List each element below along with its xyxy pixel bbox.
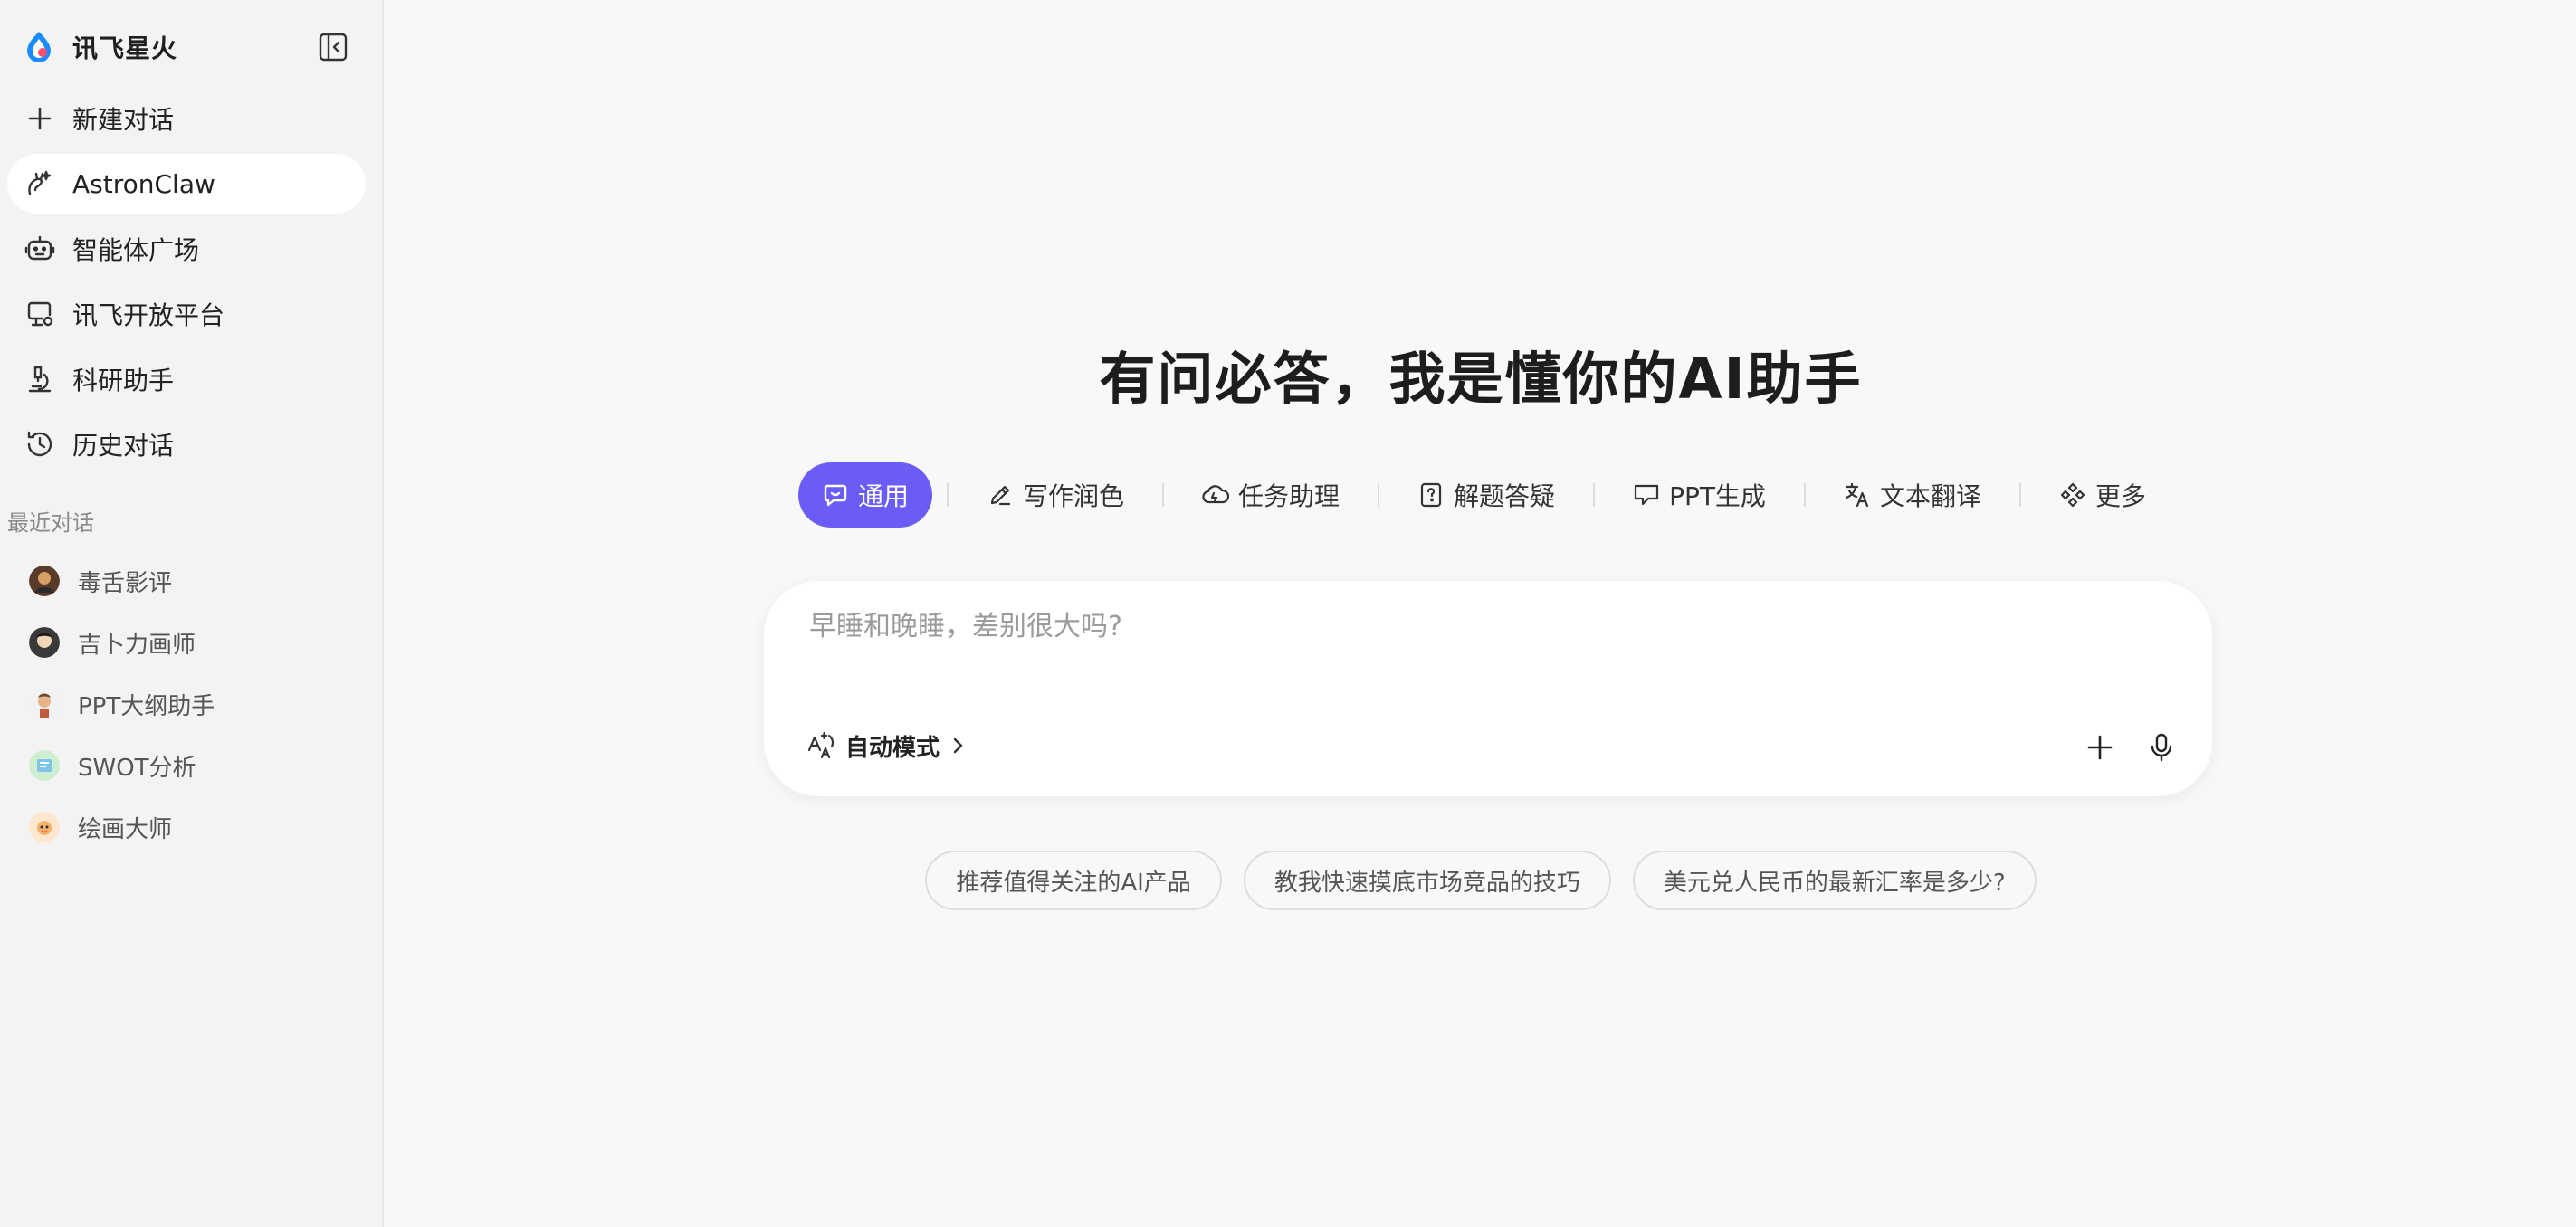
collapse-sidebar-button[interactable]: [315, 29, 351, 65]
tab-divider: [1593, 483, 1596, 507]
recent-item-label: 吉卜力画师: [78, 631, 196, 659]
pen-icon: [987, 481, 1014, 509]
mode-tabs: 通用 写作润色 任务助理 解题答疑 PPT生成 文本翻译 更多: [798, 462, 2170, 528]
tab-label: 任务助理: [1238, 481, 1340, 511]
main-area: 有问必答，我是懂你的AI助手 通用 写作润色 任务助理 解题答疑 PPT生成 文…: [386, 0, 2576, 1227]
suggestion-chips: 推荐值得关注的AI产品 教我快速摸底市场竞品的技巧 美元兑人民币的最新汇率是多少…: [386, 851, 2576, 910]
chevron-right-icon: [949, 735, 967, 756]
tab-divider: [947, 483, 949, 507]
tab-problem-solving[interactable]: 解题答疑: [1394, 462, 1579, 528]
microphone-icon: [2151, 733, 2172, 762]
recent-item-label: 绘画大师: [78, 815, 173, 843]
tab-general[interactable]: 通用: [798, 462, 933, 528]
robot-icon: [22, 231, 58, 267]
avatar: [29, 750, 60, 781]
tab-label: PPT生成: [1669, 481, 1766, 511]
monitor-icon: [22, 296, 58, 332]
recent-item-label: 毒舌影评: [78, 569, 173, 597]
suggestion-chip[interactable]: 推荐值得关注的AI产品: [925, 851, 1222, 910]
tab-divider: [1378, 483, 1380, 507]
auto-mode-button[interactable]: 自动模式: [806, 726, 967, 766]
sidebar-item-research[interactable]: 科研助手: [7, 349, 366, 409]
attach-button[interactable]: [2082, 729, 2118, 766]
sidebar-item-label: 讯飞开放平台: [72, 300, 225, 330]
sidebar: 讯飞星火 新建对话 AstronClaw 智能体广场 讯飞开放平台 科研助手 历…: [0, 0, 384, 1227]
chat-bubble-icon: [822, 481, 849, 509]
suggestion-chip[interactable]: 美元兑人民币的最新汇率是多少?: [1632, 851, 2037, 910]
cloud-icon: [1202, 481, 1230, 509]
avatar: [29, 812, 60, 842]
history-icon: [22, 426, 58, 462]
recent-conversations-title: 最近对话: [7, 510, 94, 536]
page-title: 有问必答，我是懂你的AI助手: [1099, 346, 1863, 412]
recent-item[interactable]: PPT大纲助手: [7, 673, 366, 735]
sidebar-item-label: 新建对话: [72, 105, 175, 135]
question-doc-icon: [1417, 481, 1445, 509]
presentation-icon: [1633, 481, 1660, 509]
recent-conversations-list: 毒舌影评 吉卜力画师 PPT大纲助手 SWOT分析 绘画大师: [7, 550, 366, 858]
auto-mode-icon: [806, 730, 836, 761]
sidebar-collapse-icon: [319, 33, 348, 62]
tab-translate[interactable]: 文本翻译: [1820, 462, 2005, 528]
sidebar-item-label: 科研助手: [72, 366, 175, 395]
recent-item[interactable]: SWOT分析: [7, 735, 366, 796]
recent-item[interactable]: 绘画大师: [7, 796, 366, 858]
brand-name: 讯飞星火: [72, 33, 178, 63]
chat-input[interactable]: [809, 604, 2076, 648]
grid-diamond-icon: [2059, 481, 2086, 509]
tab-label: 更多: [2094, 481, 2146, 511]
recent-item-label: PPT大纲助手: [78, 692, 215, 720]
claw-icon: [22, 166, 58, 202]
sidebar-nav: 新建对话 AstronClaw 智能体广场 讯飞开放平台 科研助手 历史对话: [7, 89, 366, 480]
auto-mode-label: 自动模式: [845, 734, 940, 762]
tab-label: 通用: [858, 481, 910, 511]
sidebar-item-label: AstronClaw: [72, 168, 215, 199]
sidebar-item-label: 智能体广场: [72, 235, 200, 265]
tab-ppt[interactable]: PPT生成: [1609, 462, 1789, 528]
avatar: [29, 566, 60, 596]
suggestion-chip[interactable]: 教我快速摸底市场竞品的技巧: [1243, 851, 1611, 910]
spark-logo-icon: [22, 30, 56, 64]
sidebar-item-new-chat[interactable]: 新建对话: [7, 89, 366, 148]
sidebar-item-history[interactable]: 历史对话: [7, 414, 366, 474]
sidebar-item-agent-plaza[interactable]: 智能体广场: [7, 219, 366, 279]
tab-divider: [2018, 483, 2021, 507]
sidebar-item-label: 历史对话: [72, 431, 175, 461]
tab-divider: [1803, 483, 1806, 507]
tab-label: 写作润色: [1023, 481, 1125, 511]
sidebar-item-open-platform[interactable]: 讯飞开放平台: [7, 284, 366, 344]
plus-icon: [2087, 735, 2113, 760]
sidebar-item-astronclaw[interactable]: AstronClaw: [7, 154, 366, 214]
microscope-icon: [22, 361, 58, 397]
tab-label: 文本翻译: [1879, 481, 1981, 511]
brand[interactable]: 讯飞星火: [22, 27, 357, 67]
voice-input-button[interactable]: [2143, 729, 2180, 766]
tab-label: 解题答疑: [1454, 481, 1556, 511]
tab-more[interactable]: 更多: [2036, 462, 2170, 528]
tab-divider: [1162, 483, 1165, 507]
plus-icon: [22, 100, 58, 137]
recent-item[interactable]: 毒舌影评: [7, 550, 366, 612]
avatar: [29, 689, 60, 719]
translate-icon: [1844, 481, 1871, 509]
avatar: [29, 627, 60, 658]
recent-item[interactable]: 吉卜力画师: [7, 612, 366, 673]
tab-writing[interactable]: 写作润色: [963, 462, 1148, 528]
recent-item-label: SWOT分析: [78, 754, 196, 782]
chat-input-card: 自动模式: [764, 581, 2212, 796]
tab-task-assistant[interactable]: 任务助理: [1178, 462, 1363, 528]
